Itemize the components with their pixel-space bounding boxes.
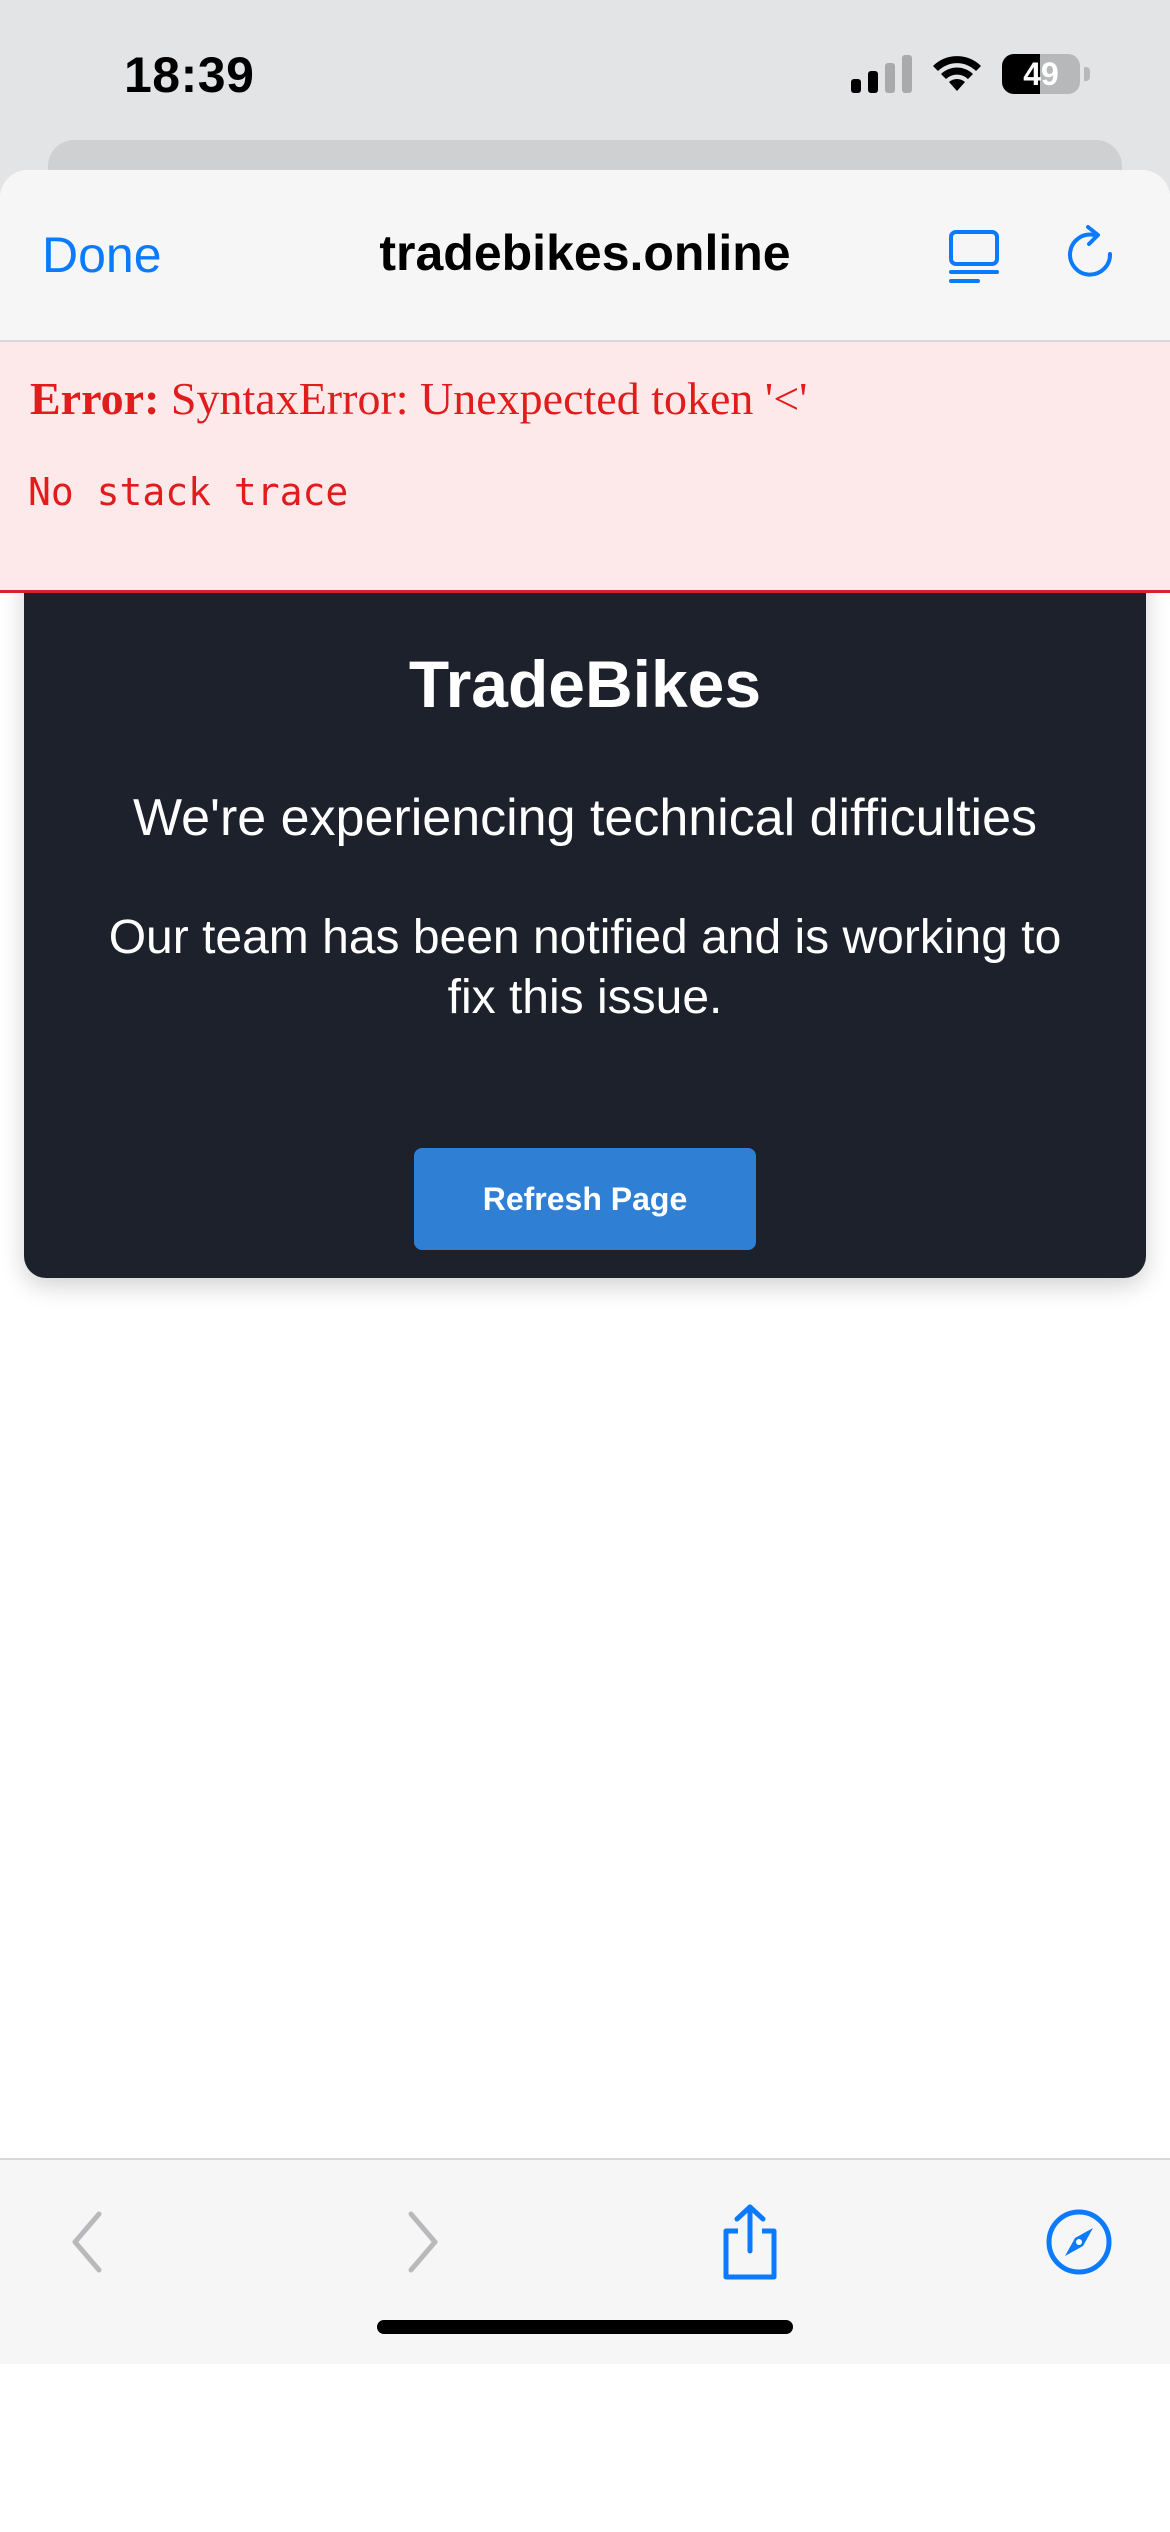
- status-icons: 49: [851, 54, 1090, 94]
- compass-icon: [1046, 2209, 1112, 2275]
- back-button[interactable]: [52, 2202, 122, 2282]
- cellular-signal-icon: [851, 55, 912, 93]
- open-in-safari-button[interactable]: [1044, 2202, 1114, 2282]
- refresh-page-button[interactable]: Refresh Page: [414, 1148, 756, 1250]
- error-overlay: Error: SyntaxError: Unexpected token '<'…: [0, 342, 1170, 593]
- error-text: Error: SyntaxError: Unexpected token '<': [30, 372, 807, 425]
- reload-icon[interactable]: [1062, 224, 1122, 286]
- back-icon: [72, 2211, 102, 2273]
- stack-trace: No stack trace: [28, 470, 349, 514]
- status-time: 18:39: [124, 47, 255, 103]
- browser-nav-bar: Done tradebikes.online: [0, 170, 1170, 342]
- home-indicator: [377, 2320, 793, 2334]
- wifi-icon: [933, 56, 981, 91]
- forward-icon: [408, 2211, 438, 2273]
- battery-level: 49: [1023, 56, 1059, 92]
- in-app-browser-sheet: Done tradebikes.online TradeBikes We're …: [0, 170, 1170, 2532]
- share-button[interactable]: [715, 2202, 785, 2282]
- reader-mode-icon[interactable]: [946, 228, 1002, 284]
- error-message: Our team has been notified and is workin…: [108, 911, 1062, 1024]
- battery-cap: [1084, 67, 1090, 81]
- error-headline: We're experiencing technical difficultie…: [132, 789, 1038, 847]
- forward-button[interactable]: [388, 2202, 458, 2282]
- brand-title: TradeBikes: [408, 647, 762, 721]
- status-bar: 18:39 49: [0, 0, 1170, 150]
- web-page-content: TradeBikes We're experiencing technical …: [0, 342, 1170, 2328]
- share-icon: [723, 2204, 777, 2280]
- battery-icon: 49: [1002, 54, 1080, 94]
- error-prefix: Error:: [30, 373, 160, 424]
- error-detail: SyntaxError: Unexpected token '<': [170, 373, 808, 424]
